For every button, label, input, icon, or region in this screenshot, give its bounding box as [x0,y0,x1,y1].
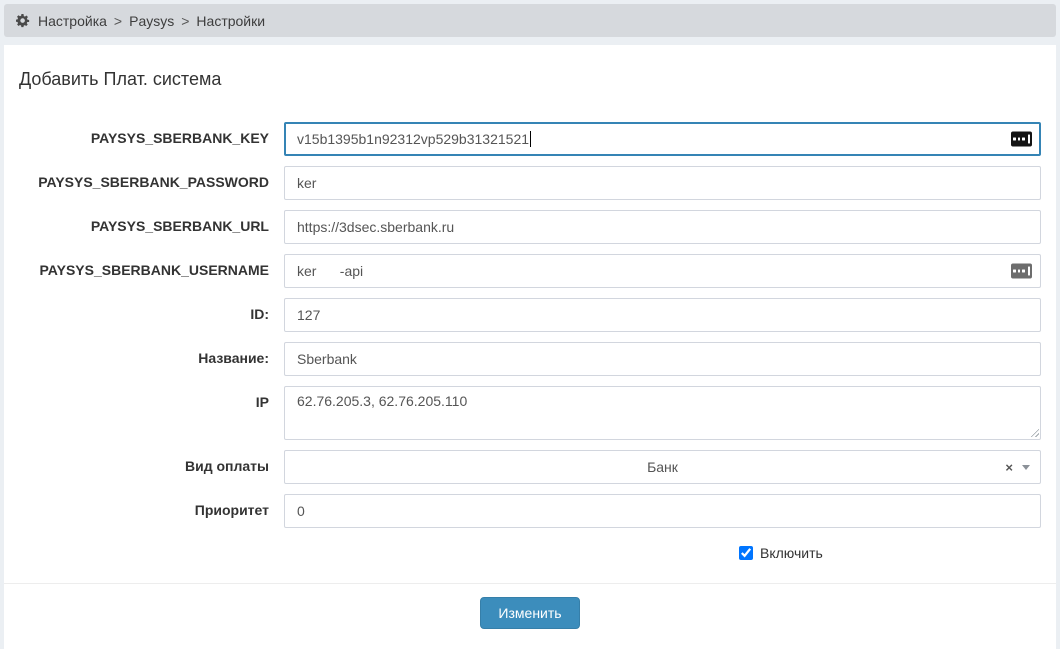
field-wrapper [284,342,1041,376]
breadcrumb-separator: > [181,13,189,29]
text-cursor [530,131,531,147]
sberbank-password-input[interactable] [284,166,1041,200]
id-input[interactable] [284,298,1041,332]
breadcrumb-item-nastroika[interactable]: Настройка [38,13,107,29]
payment-type-select[interactable]: Банк × [284,450,1041,484]
checkbox-spacer [19,545,269,561]
name-input[interactable] [284,342,1041,376]
sberbank-username-input[interactable] [284,254,1041,288]
field-wrapper [284,210,1041,244]
field-label-priority: Приоритет [19,494,269,518]
ip-textarea[interactable]: 62.76.205.3, 62.76.205.110 [284,386,1041,440]
page-title: Добавить Плат. система [19,69,1041,90]
field-label-payment-type: Вид оплаты [19,450,269,474]
gear-icon [16,14,30,28]
field-label-name: Название: [19,342,269,366]
field-wrapper: v15b1395b1n92312vp529b31321521 [284,122,1041,156]
payment-type-value: Банк [647,459,678,475]
field-wrapper [284,166,1041,200]
form-row: Название: [19,342,1041,376]
field-label-sberbank-url: PAYSYS_SBERBANK_URL [19,210,269,234]
field-wrapper [284,494,1041,528]
breadcrumb: Настройка > Paysys > Настройки [4,4,1056,37]
form-row: Вид оплаты Банк × [19,450,1041,484]
field-label-sberbank-key: PAYSYS_SBERBANK_KEY [19,122,269,146]
form-row: PAYSYS_SBERBANK_PASSWORD [19,166,1041,200]
form-row: PAYSYS_SBERBANK_KEY v15b1395b1n92312vp52… [19,122,1041,156]
field-label-id: ID: [19,298,269,322]
field-wrapper [284,254,1041,288]
enable-checkbox-group: Включить [739,545,823,561]
form-row: Приоритет [19,494,1041,528]
field-label-sberbank-username: PAYSYS_SBERBANK_USERNAME [19,254,269,278]
content-panel: Добавить Плат. система PAYSYS_SBERBANK_K… [4,45,1056,649]
enable-checkbox[interactable] [739,546,753,560]
form-row: IP 62.76.205.3, 62.76.205.110 [19,386,1041,440]
sberbank-url-input[interactable] [284,210,1041,244]
priority-input[interactable] [284,494,1041,528]
enable-checkbox-label[interactable]: Включить [760,545,823,561]
field-wrapper: 62.76.205.3, 62.76.205.110 [284,386,1041,440]
form-row: Включить [19,545,1041,561]
password-manager-icon[interactable] [1011,264,1032,279]
form-footer: Изменить [19,584,1041,629]
breadcrumb-separator: > [114,13,122,29]
submit-button[interactable]: Изменить [480,597,579,629]
field-wrapper [284,298,1041,332]
field-wrapper: Банк × [284,450,1041,484]
field-label-ip: IP [19,386,269,410]
field-label-sberbank-password: PAYSYS_SBERBANK_PASSWORD [19,166,269,190]
chevron-down-icon [1022,465,1030,470]
form-row: PAYSYS_SBERBANK_URL [19,210,1041,244]
password-manager-icon[interactable] [1011,132,1032,147]
breadcrumb-item-nastroiki[interactable]: Настройки [196,13,265,29]
form-row: PAYSYS_SBERBANK_USERNAME [19,254,1041,288]
sberbank-key-value: v15b1395b1n92312vp529b31321521 [297,131,529,147]
sberbank-key-input[interactable]: v15b1395b1n92312vp529b31321521 [284,122,1041,156]
clear-selection-icon[interactable]: × [1005,461,1013,474]
form-row: ID: [19,298,1041,332]
breadcrumb-item-paysys[interactable]: Paysys [129,13,174,29]
